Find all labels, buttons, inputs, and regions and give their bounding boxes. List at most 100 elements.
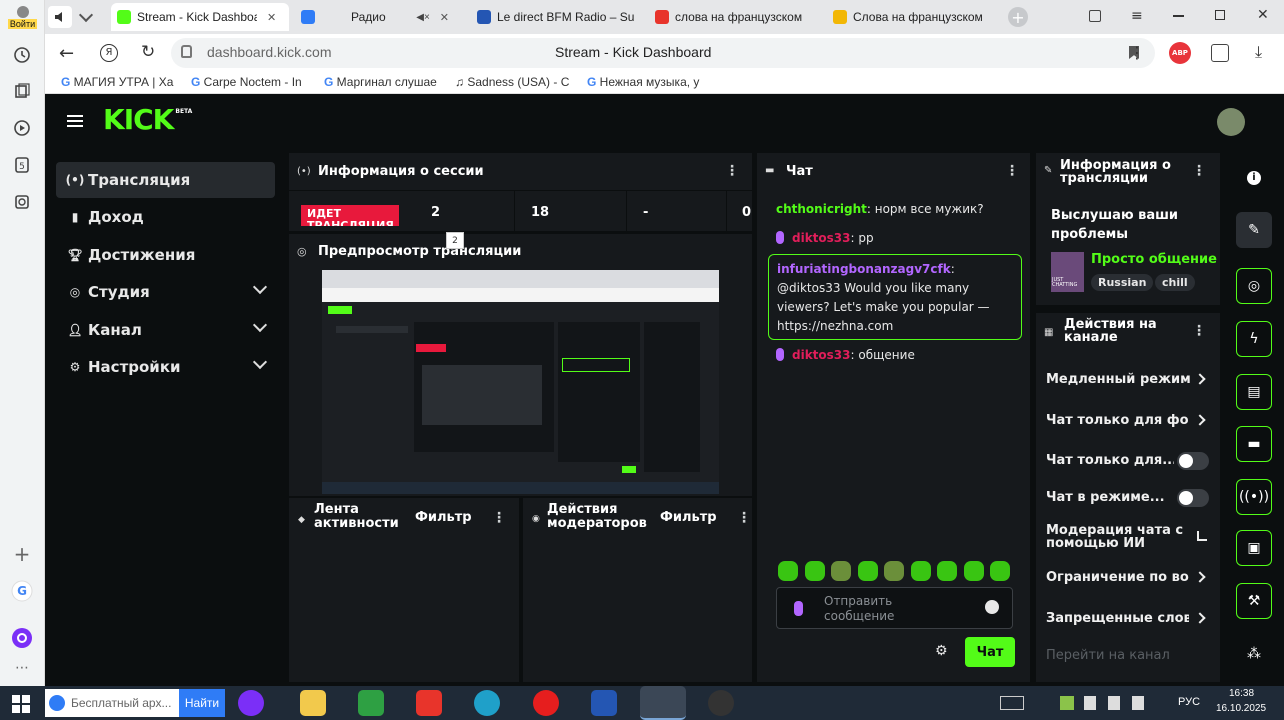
emote-icon[interactable] <box>937 561 957 581</box>
windows-start-icon[interactable] <box>12 695 30 713</box>
chat-settings-icon[interactable]: ⚙ <box>935 643 948 659</box>
tools-widget-button[interactable]: ⚒ <box>1236 583 1272 619</box>
nav-item-income[interactable]: ▮ Доход <box>56 199 275 235</box>
history-icon[interactable] <box>10 43 34 67</box>
add-widget-icon[interactable]: ⁂ <box>1247 646 1261 662</box>
tab-bfm[interactable]: Le direct BFM Radio – Su <box>471 3 641 31</box>
chat-widget-button[interactable]: ▬ <box>1236 426 1272 462</box>
emote-icon[interactable] <box>911 561 931 581</box>
tab-radio[interactable]: Радио ◀× ✕ <box>295 3 455 31</box>
chat-username[interactable]: infuriatingbonanzagv7cfk <box>777 262 951 276</box>
store-icon[interactable] <box>358 690 384 716</box>
download-icon[interactable]: ⤓ <box>1255 42 1262 62</box>
close-window-icon[interactable]: ✕ <box>1257 7 1269 23</box>
alice-taskbar-icon[interactable] <box>238 690 264 716</box>
followers-only-row[interactable]: Чат только для фолл <box>1046 413 1189 428</box>
chat-username[interactable]: chthonicright <box>776 202 867 216</box>
tab-audio-icon[interactable] <box>48 6 72 28</box>
keyboard-icon[interactable] <box>1000 696 1024 710</box>
emote-icon[interactable] <box>884 561 904 581</box>
adblock-extension-icon[interactable]: ABP <box>1169 42 1191 64</box>
tag-chip[interactable]: Russian <box>1091 274 1154 291</box>
avatar[interactable] <box>1217 108 1245 136</box>
ai-moderation-row[interactable]: Модерация чата с помощью ИИ <box>1046 524 1186 550</box>
tab-list-chevron-icon[interactable] <box>78 7 94 23</box>
restore-icon[interactable] <box>1215 10 1225 20</box>
mute-icon[interactable]: ◀× <box>416 12 430 23</box>
panel-menu-icon[interactable]: ⋮ <box>1192 163 1206 179</box>
chat-input[interactable]: Отправить сообщение <box>776 587 1013 629</box>
add-icon[interactable]: + <box>10 542 34 566</box>
reload-icon[interactable]: ↻ <box>141 42 155 62</box>
back-icon[interactable]: ← <box>59 43 74 64</box>
url-field[interactable]: dashboard.kick.com Stream - Kick Dashboa… <box>171 38 1155 68</box>
category-name[interactable]: Просто общение <box>1091 252 1217 267</box>
filter-button[interactable]: Фильтр <box>660 510 717 525</box>
alice-assistant-icon[interactable] <box>10 626 34 650</box>
hamburger-menu-icon[interactable] <box>67 115 83 127</box>
panel-menu-icon[interactable]: ⋮ <box>1005 163 1019 179</box>
edit-stream-button[interactable]: ✎ <box>1236 212 1272 248</box>
tab-words-french[interactable]: Слова на французском <box>827 3 997 31</box>
banned-words-row[interactable]: Запрещенные слова <box>1046 611 1189 626</box>
nav-item-achievements[interactable]: 🏆︎ Достижения <box>56 237 275 273</box>
yandex-home-icon[interactable]: Я <box>100 44 118 62</box>
lightning-button[interactable]: ϟ <box>1236 321 1272 357</box>
slow-mode-row[interactable]: Медленный режим <box>1046 372 1191 387</box>
emote-icon[interactable] <box>831 561 851 581</box>
preview-widget-button[interactable]: ◎ <box>1236 268 1272 304</box>
bookmark-item[interactable]: G Маргинал слушае <box>324 75 442 91</box>
clock-date[interactable]: 16.10.2025 <box>1216 703 1266 714</box>
counter-icon[interactable]: 5 <box>10 153 34 177</box>
tray-icons[interactable] <box>1060 696 1160 710</box>
chat-send-button[interactable]: Чат <box>965 637 1015 667</box>
nav-item-studio[interactable]: ◎ Студия <box>56 274 275 310</box>
tag-chip[interactable]: chill <box>1155 274 1195 291</box>
clock-time[interactable]: 16:38 <box>1229 688 1254 699</box>
filter-button[interactable]: Фильтр <box>415 510 472 525</box>
emote-icon[interactable] <box>778 561 798 581</box>
vpn-shield-icon[interactable] <box>591 690 617 716</box>
panel-menu-icon[interactable]: ⋮ <box>737 510 751 526</box>
category-thumbnail[interactable]: JUST CHATTING <box>1051 252 1084 292</box>
close-tab-icon[interactable]: ✕ <box>440 11 449 24</box>
extensions-icon[interactable] <box>1211 44 1229 62</box>
kick-logo[interactable]: KICK BETA <box>103 104 192 136</box>
bookmark-item[interactable]: G Нежная музыка, у <box>587 75 709 91</box>
emoji-icon[interactable] <box>985 600 999 614</box>
bookmark-item[interactable]: ♫ Sadness (USA) - C <box>455 75 577 91</box>
obs-icon[interactable] <box>708 690 734 716</box>
emote-icon[interactable] <box>990 561 1010 581</box>
tab-kick-dashboard[interactable]: Stream - Kick Dashboard ✕ <box>111 3 289 31</box>
nav-item-stream[interactable]: (•) Трансляция <box>56 162 275 198</box>
stream-preview-video[interactable] <box>322 270 719 494</box>
chat-username[interactable]: diktos33 <box>792 348 851 362</box>
emote-mode-row[interactable]: Чат в режиме... <box>1046 490 1174 505</box>
chat-username[interactable]: diktos33 <box>792 231 851 245</box>
subscribers-only-toggle[interactable] <box>1177 452 1209 470</box>
camera-widget-button[interactable]: ▣ <box>1236 530 1272 566</box>
broadcast-widget-button[interactable]: ((•)) <box>1236 479 1272 515</box>
panel-menu-icon[interactable]: ⋮ <box>1192 323 1206 339</box>
emote-icon[interactable] <box>858 561 878 581</box>
search-submit-button[interactable]: Найти <box>179 689 225 717</box>
more-icon[interactable]: ⋯ <box>10 656 34 680</box>
more-menu-icon[interactable]: ⋮ <box>1129 43 1145 62</box>
yandex-active-icon[interactable] <box>640 686 686 720</box>
taskbar-search-field[interactable]: Бесплатный арх... Найти <box>45 689 225 717</box>
edge-icon[interactable] <box>474 690 500 716</box>
tab-manager-icon[interactable] <box>1089 10 1101 22</box>
minimize-icon[interactable] <box>1173 15 1184 17</box>
emote-icon[interactable] <box>964 561 984 581</box>
panel-menu-icon[interactable]: ⋮ <box>492 510 506 526</box>
nav-item-channel[interactable]: 👤︎ Канал <box>56 312 275 348</box>
new-tab-button[interactable]: + <box>1008 7 1028 27</box>
language-indicator[interactable]: РУС <box>1178 696 1200 708</box>
emote-mode-toggle[interactable] <box>1177 489 1209 507</box>
nav-item-settings[interactable]: ⚙ Настройки <box>56 349 275 385</box>
opera-icon[interactable] <box>533 690 559 716</box>
tab-yandex-search[interactable]: слова на французском <box>649 3 819 31</box>
profile-button[interactable]: Войти <box>6 4 39 34</box>
yandex-browser-icon[interactable] <box>416 690 442 716</box>
info-icon[interactable]: i <box>1247 171 1261 185</box>
